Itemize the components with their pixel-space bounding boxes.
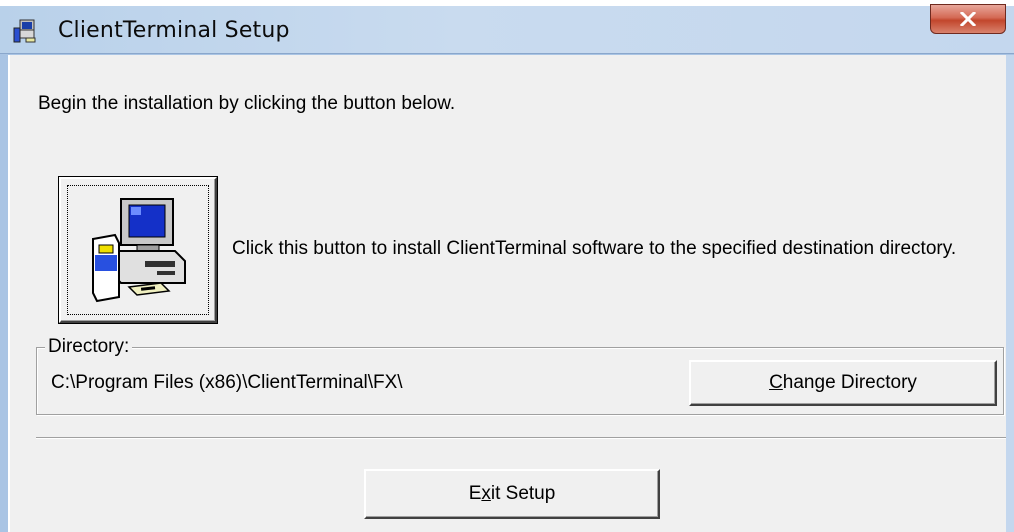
close-icon — [960, 12, 976, 26]
exit-setup-button[interactable]: Ex it Setup — [364, 469, 660, 519]
window-title: ClientTerminal Setup — [58, 18, 290, 43]
exit-setup-label-start: E — [468, 483, 482, 504]
directory-path: C:\Program Files (x86)\ClientTerminal\FX… — [51, 372, 403, 393]
exit-setup-mnemonic: x — [481, 483, 491, 504]
change-directory-mnemonic: C — [769, 372, 783, 393]
dialog-client-area: Begin the installation by clicking the b… — [8, 55, 1014, 532]
setup-window: ClientTerminal Setup Begin the installat… — [0, 4, 1014, 532]
title-bar[interactable]: ClientTerminal Setup — [0, 4, 1014, 54]
directory-groupbox: Directory: C:\Program Files (x86)\Client… — [36, 336, 1004, 415]
change-directory-label: hange Directory — [782, 372, 917, 393]
install-description: Click this button to install ClientTermi… — [232, 238, 957, 259]
separator-line — [36, 437, 1014, 439]
change-directory-button[interactable]: Change Directory — [689, 360, 997, 406]
window-right-border — [1006, 55, 1014, 532]
exit-setup-label-end: it Setup — [490, 483, 556, 504]
install-computer-icon — [92, 198, 186, 303]
intro-text: Begin the installation by clicking the b… — [38, 93, 456, 114]
install-button[interactable] — [59, 177, 217, 323]
directory-label: Directory: — [45, 336, 133, 358]
close-button[interactable] — [930, 4, 1006, 34]
setup-computer-icon — [13, 19, 36, 43]
